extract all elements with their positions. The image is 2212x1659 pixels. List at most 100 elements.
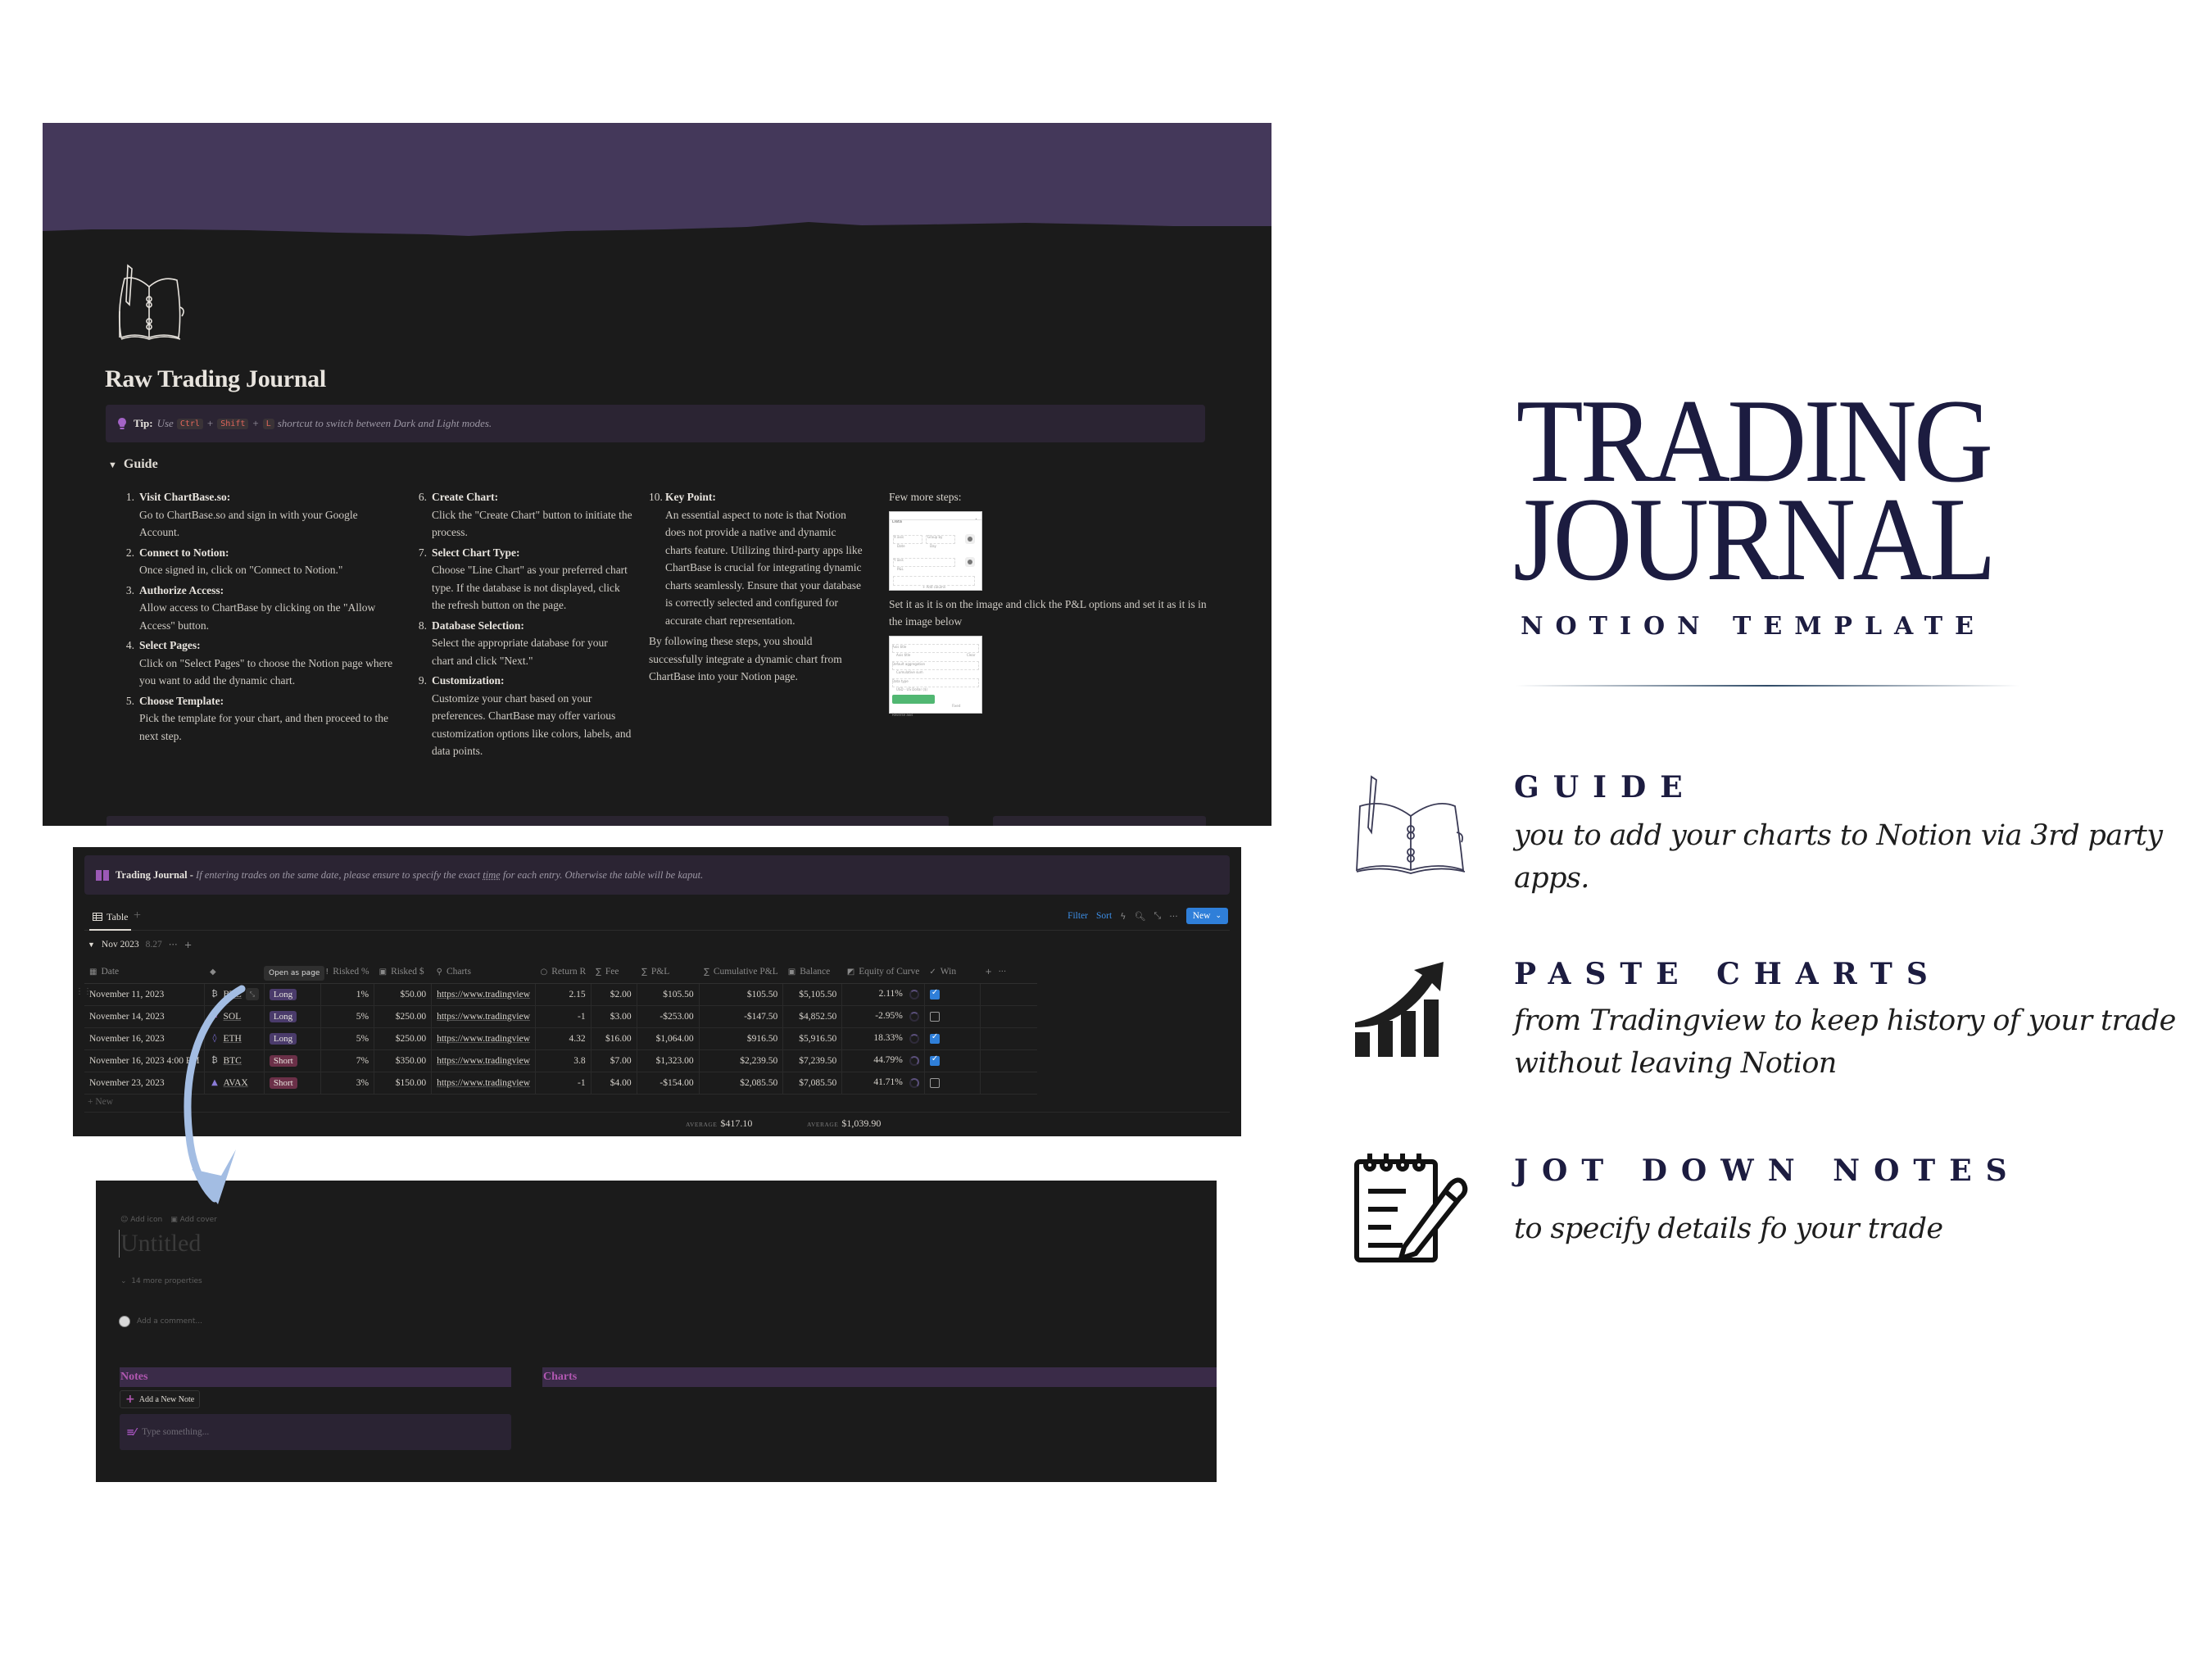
chart-link[interactable]: https://www.tradingview: [437, 990, 530, 999]
table-cell[interactable]: [924, 1027, 981, 1050]
notebook-icon[interactable]: [108, 262, 190, 344]
table-cell[interactable]: 3%: [320, 1072, 375, 1095]
guide-toggle[interactable]: ▼ Guide: [108, 457, 158, 472]
tab-table[interactable]: Table: [89, 904, 132, 931]
table-cell[interactable]: https://www.tradingview: [431, 1027, 537, 1050]
table-cell[interactable]: https://www.tradingview: [431, 1072, 537, 1095]
search-icon[interactable]: 🔍︎: [1134, 911, 1145, 922]
add-new-row[interactable]: + New: [88, 1097, 113, 1107]
chart-link[interactable]: https://www.tradingview: [437, 1034, 530, 1044]
add-column-button[interactable]: + ···: [980, 960, 1038, 984]
comment-input[interactable]: Add a comment...: [119, 1316, 202, 1327]
table-cell[interactable]: $5,105.50: [782, 983, 843, 1006]
chart-data-settings-image[interactable]: Data ^ X axis Group by Date Day Y axis P…: [889, 510, 982, 591]
note-input[interactable]: ≡⁄ Type something...: [120, 1414, 511, 1450]
aggregate-pnl[interactable]: AVERAGE $417.10: [686, 1117, 752, 1130]
triangle-down-icon[interactable]: ▼: [88, 941, 95, 949]
table-cell[interactable]: 5%: [320, 1027, 375, 1050]
table-cell[interactable]: $2,239.50: [699, 1049, 784, 1072]
table-cell[interactable]: $4.00: [591, 1072, 637, 1095]
table-cell[interactable]: https://www.tradingview: [431, 1005, 537, 1028]
triangle-down-icon[interactable]: ▼: [108, 460, 117, 470]
add-view-icon[interactable]: +: [134, 909, 141, 923]
table-cell[interactable]: [980, 1072, 1038, 1095]
page-title-input[interactable]: Untitled: [119, 1230, 201, 1258]
more-options-icon[interactable]: ···: [169, 939, 178, 950]
column-header[interactable]: ∑ Cumulative P&L: [699, 960, 783, 984]
table-cell[interactable]: 1%: [320, 983, 375, 1006]
win-checkbox[interactable]: [929, 988, 940, 999]
more-options-icon[interactable]: ···: [999, 968, 1007, 977]
table-cell[interactable]: $7,239.50: [782, 1049, 843, 1072]
chart-link[interactable]: https://www.tradingview: [437, 1078, 530, 1088]
table-cell[interactable]: [924, 1072, 981, 1095]
chart-link[interactable]: https://www.tradingview: [437, 1056, 530, 1066]
column-header[interactable]: ◩ Equity of Curve: [841, 960, 925, 984]
table-cell[interactable]: https://www.tradingview: [431, 983, 537, 1006]
group-header[interactable]: ▼ Nov 2023 8.27 ··· +: [88, 939, 192, 950]
win-checkbox[interactable]: [929, 1011, 940, 1022]
table-cell[interactable]: $1,323.00: [637, 1049, 700, 1072]
table-cell[interactable]: $250.00: [374, 1005, 433, 1028]
table-cell[interactable]: Long: [264, 983, 321, 1006]
table-cell[interactable]: $2,085.50: [699, 1072, 784, 1095]
pnl-settings-image[interactable]: Axis title Axis title Clear Default aggr…: [889, 635, 982, 717]
table-cell[interactable]: [980, 1005, 1038, 1028]
table-cell[interactable]: $105.50: [637, 983, 700, 1006]
chart-link[interactable]: https://www.tradingview: [437, 1012, 530, 1022]
add-new-note-button[interactable]: + Add a New Note: [120, 1390, 201, 1408]
column-header[interactable]: ▣ Balance: [782, 960, 842, 984]
add-cover-button[interactable]: ▣ Add cover: [170, 1216, 217, 1224]
table-cell[interactable]: $3.00: [591, 1005, 637, 1028]
sort-button[interactable]: Sort: [1096, 911, 1112, 921]
table-cell[interactable]: -$147.50: [699, 1005, 784, 1028]
table-cell[interactable]: [924, 983, 981, 1006]
table-cell[interactable]: $2.00: [591, 983, 637, 1006]
win-checkbox[interactable]: [929, 1077, 940, 1088]
table-cell[interactable]: Long: [264, 1005, 321, 1028]
table-cell[interactable]: 18.33%: [841, 1027, 925, 1050]
win-checkbox[interactable]: [929, 1032, 940, 1044]
table-cell[interactable]: $7,085.50: [782, 1072, 843, 1095]
table-cell[interactable]: 2.11%: [841, 983, 925, 1006]
table-cell[interactable]: [924, 1049, 981, 1072]
add-icon[interactable]: +: [985, 968, 991, 977]
table-cell[interactable]: Short: [264, 1049, 321, 1072]
table-cell[interactable]: -1: [535, 1005, 592, 1028]
chevron-down-icon[interactable]: ⌄: [1215, 912, 1222, 920]
table-cell[interactable]: 4.32: [535, 1027, 592, 1050]
add-icon-button[interactable]: ☺ Add icon: [120, 1216, 162, 1224]
column-header[interactable]: ∑ Fee: [591, 960, 637, 984]
column-header[interactable]: ⚲ Charts: [431, 960, 536, 984]
table-cell[interactable]: $7.00: [591, 1049, 637, 1072]
table-cell[interactable]: 44.79%: [841, 1049, 925, 1072]
column-header[interactable]: ∑ P&L: [637, 960, 700, 984]
column-header[interactable]: ○ Return R: [535, 960, 592, 984]
table-cell[interactable]: -2.95%: [841, 1005, 925, 1028]
table-cell[interactable]: 3.8: [535, 1049, 592, 1072]
page-title[interactable]: Raw Trading Journal: [105, 365, 326, 393]
column-header[interactable]: ✓ Win: [924, 960, 981, 984]
table-cell[interactable]: [980, 983, 1038, 1006]
table-cell[interactable]: Short: [264, 1072, 321, 1095]
automation-bolt-icon[interactable]: ϟ: [1120, 911, 1126, 922]
add-icon[interactable]: +: [184, 939, 193, 950]
table-cell[interactable]: $150.00: [374, 1072, 433, 1095]
table-cell[interactable]: 5%: [320, 1005, 375, 1028]
table-cell[interactable]: $250.00: [374, 1027, 433, 1050]
table-cell[interactable]: $4,852.50: [782, 1005, 843, 1028]
table-cell[interactable]: $5,916.50: [782, 1027, 843, 1050]
table-cell[interactable]: 41.71%: [841, 1072, 925, 1095]
table-cell[interactable]: $1,064.00: [637, 1027, 700, 1050]
table-cell[interactable]: $916.50: [699, 1027, 784, 1050]
table-cell[interactable]: -$253.00: [637, 1005, 700, 1028]
table-cell[interactable]: $350.00: [374, 1049, 433, 1072]
column-header[interactable]: ▣ Risked $: [374, 960, 432, 984]
more-properties-toggle[interactable]: ⌄ 14 more properties: [120, 1277, 202, 1285]
table-cell[interactable]: [980, 1027, 1038, 1050]
table-cell[interactable]: Long: [264, 1027, 321, 1050]
win-checkbox[interactable]: [929, 1054, 940, 1066]
table-cell[interactable]: $16.00: [591, 1027, 637, 1050]
more-options-icon[interactable]: ···: [1169, 911, 1178, 922]
new-button[interactable]: New ⌄: [1185, 908, 1228, 924]
